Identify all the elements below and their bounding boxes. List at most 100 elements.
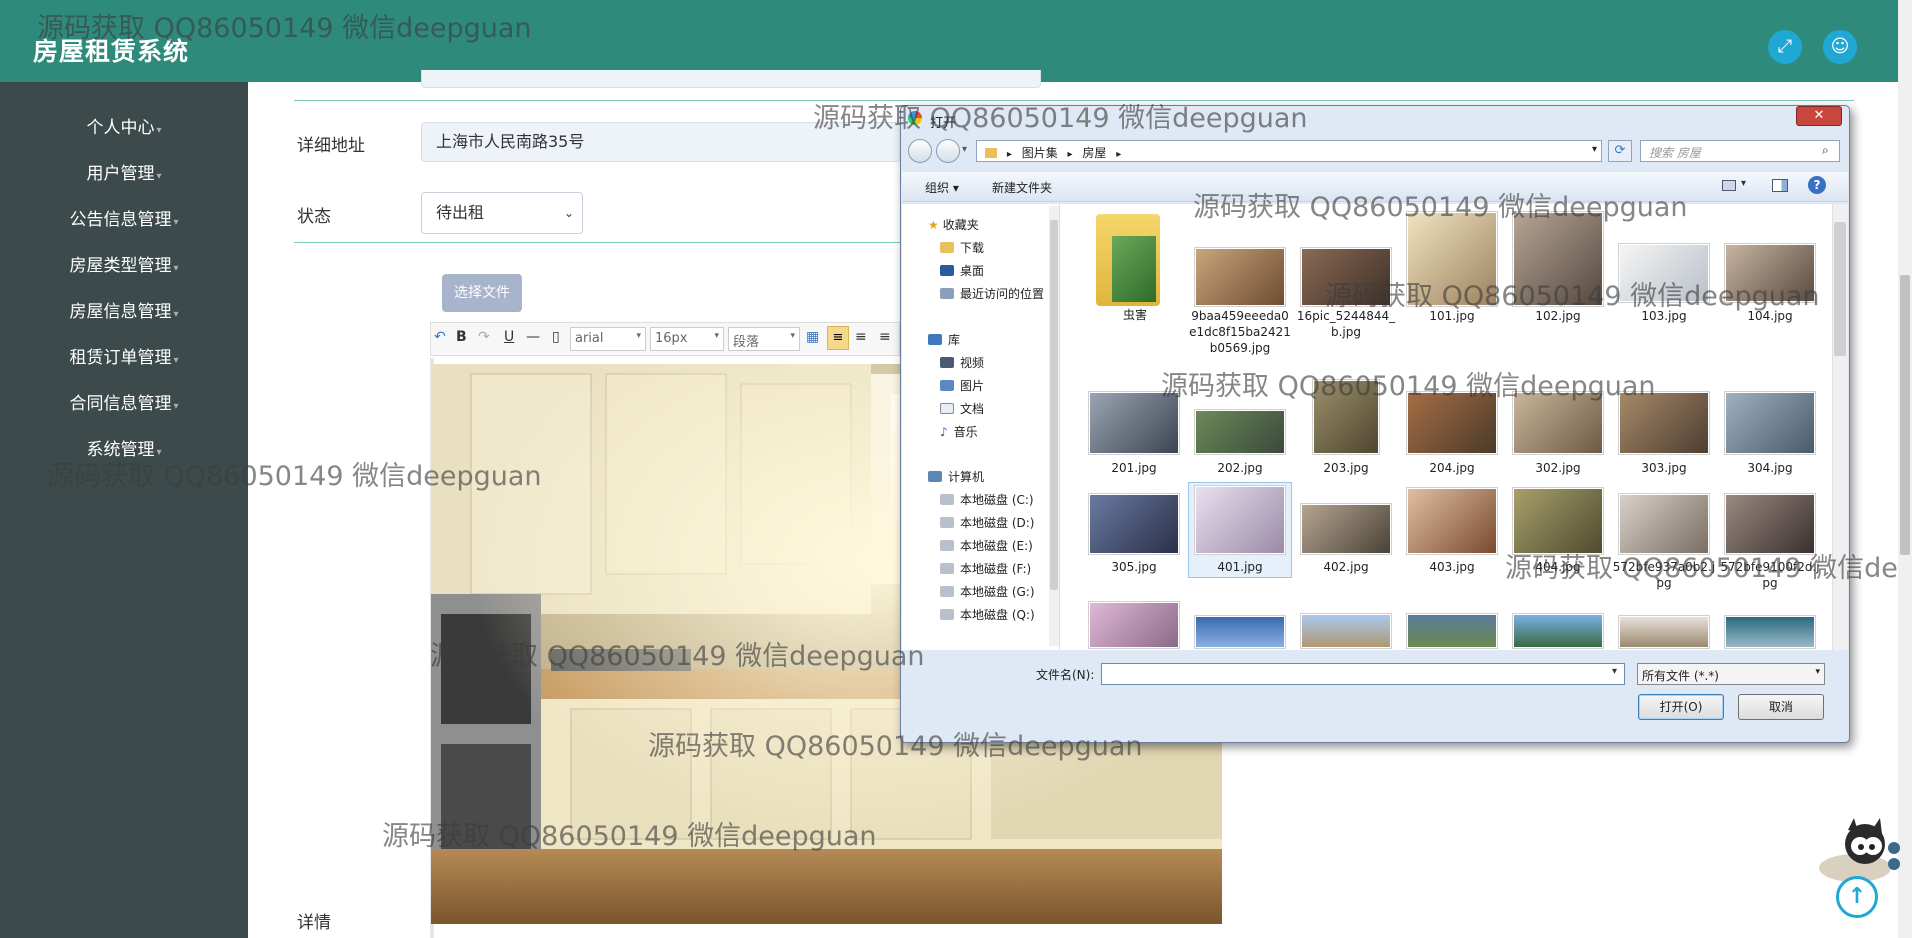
nav-scrollbar-thumb[interactable]: [1050, 220, 1058, 590]
nav-computer[interactable]: 计算机: [928, 468, 984, 485]
filename-label: 文件名(N):: [1036, 668, 1095, 682]
file-thumbnail[interactable]: [1513, 614, 1603, 648]
sidebar-item-users[interactable]: 用户管理 ▾: [0, 159, 248, 184]
status-select[interactable]: 待出租 ⌄: [421, 192, 583, 234]
forward-icon[interactable]: [936, 139, 960, 163]
cat-mascot-icon[interactable]: [1810, 818, 1900, 884]
chevron-down-icon[interactable]: ▾: [1612, 666, 1617, 677]
help-icon[interactable]: ?: [1808, 176, 1826, 194]
file-thumbnail[interactable]: [1301, 504, 1391, 554]
file-thumbnail[interactable]: [1195, 248, 1285, 306]
file-thumbnail[interactable]: [1195, 410, 1285, 454]
nav-drive[interactable]: 本地磁盘 (C:): [940, 491, 1034, 508]
file-name[interactable]: 9baa459eeeda0e1dc8f15ba2421b0569.jpg: [1188, 308, 1292, 356]
new-folder-button[interactable]: 新建文件夹: [992, 179, 1052, 196]
nav-desktop[interactable]: 桌面: [940, 262, 984, 279]
file-thumbnail[interactable]: [1407, 488, 1497, 554]
back-to-top-icon[interactable]: ↑: [1836, 876, 1878, 918]
font-family-select[interactable]: arial ▾: [570, 327, 646, 351]
file-thumbnail[interactable]: [1089, 494, 1179, 554]
sidebar-item-house-info[interactable]: 房屋信息管理 ▾: [0, 297, 248, 322]
chevron-down-icon: ▾: [173, 309, 179, 320]
file-thumbnail[interactable]: [1725, 494, 1815, 554]
nav-favorites[interactable]: ★ 收藏夹: [928, 216, 979, 233]
file-thumbnail[interactable]: [1619, 494, 1709, 554]
nav-label: 文档: [960, 402, 985, 416]
address-bar[interactable]: ▸ 图片集 ▸ 房屋 ▸ ▾: [976, 140, 1602, 162]
breadcrumb-item[interactable]: 图片集: [1022, 146, 1058, 160]
file-name[interactable]: 305.jpg: [1082, 559, 1186, 575]
nav-drive[interactable]: 本地磁盘 (F:): [940, 560, 1031, 577]
file-name[interactable]: 虫害: [1083, 307, 1187, 323]
bold-button[interactable]: B: [456, 329, 467, 345]
file-name[interactable]: 302.jpg: [1506, 460, 1610, 476]
preview-pane-icon[interactable]: [1772, 179, 1788, 192]
nav-drive[interactable]: 本地磁盘 (Q:): [940, 606, 1035, 623]
close-button[interactable]: ✕: [1796, 106, 1842, 126]
chevron-down-icon[interactable]: ▾: [1741, 178, 1746, 189]
file-name[interactable]: 402.jpg: [1294, 559, 1398, 575]
nav-recent[interactable]: 最近访问的位置: [940, 285, 1044, 302]
sidebar-item-contracts[interactable]: 合同信息管理 ▾: [0, 389, 248, 414]
table-icon[interactable]: ▦: [806, 329, 819, 345]
align-left-icon[interactable]: ≡: [827, 326, 849, 350]
choose-file-button[interactable]: 选择文件: [442, 274, 522, 312]
align-right-icon[interactable]: ≡: [879, 329, 891, 345]
user-icon[interactable]: ☺: [1823, 30, 1857, 64]
nav-drive[interactable]: 本地磁盘 (G:): [940, 583, 1035, 600]
file-thumbnail[interactable]: [1407, 614, 1497, 648]
file-name[interactable]: 203.jpg: [1294, 460, 1398, 476]
redo-icon[interactable]: ↷: [478, 329, 490, 345]
nav-videos[interactable]: 视频: [940, 354, 984, 371]
file-thumbnail[interactable]: [1725, 392, 1815, 454]
file-name[interactable]: 403.jpg: [1400, 559, 1504, 575]
open-button[interactable]: 打开(O): [1638, 694, 1724, 720]
font-size-select[interactable]: 16px ▾: [650, 327, 724, 351]
nav-libraries[interactable]: 库: [928, 331, 960, 348]
align-center-icon[interactable]: ≡: [855, 329, 867, 345]
view-icon[interactable]: [1722, 180, 1736, 191]
back-icon[interactable]: [908, 139, 932, 163]
sidebar-item-orders[interactable]: 租赁订单管理 ▾: [0, 343, 248, 368]
nav-drive[interactable]: 本地磁盘 (E:): [940, 537, 1033, 554]
file-list-scrollbar-thumb[interactable]: [1834, 222, 1846, 356]
file-name[interactable]: 303.jpg: [1612, 460, 1716, 476]
file-thumbnail[interactable]: [1513, 488, 1603, 554]
sidebar-item-notices[interactable]: 公告信息管理 ▾: [0, 205, 248, 230]
breadcrumb-item[interactable]: 房屋: [1082, 146, 1106, 160]
file-thumbnail[interactable]: [1725, 616, 1815, 648]
chevron-down-icon[interactable]: ▾: [962, 144, 967, 155]
dialog-search-input[interactable]: 搜索 房屋: [1640, 140, 1840, 162]
file-name[interactable]: 304.jpg: [1718, 460, 1822, 476]
underline-button[interactable]: U: [504, 329, 514, 345]
nav-documents[interactable]: 文档: [940, 400, 984, 417]
filename-input[interactable]: [1101, 663, 1625, 685]
cancel-button[interactable]: 取消: [1738, 694, 1824, 720]
nav-drive[interactable]: 本地磁盘 (D:): [940, 514, 1034, 531]
file-thumbnail[interactable]: [1301, 614, 1391, 648]
file-thumbnail[interactable]: [1089, 602, 1179, 648]
hr-icon[interactable]: —: [526, 329, 540, 345]
file-thumbnail[interactable]: [1619, 616, 1709, 648]
file-name[interactable]: 201.jpg: [1082, 460, 1186, 476]
sidebar-item-house-types[interactable]: 房屋类型管理 ▾: [0, 251, 248, 276]
page-icon[interactable]: ▯: [552, 329, 560, 345]
undo-icon[interactable]: ↶: [434, 329, 446, 345]
nav-music[interactable]: ♪ 音乐: [940, 423, 978, 440]
organize-button[interactable]: 组织 ▾: [925, 179, 959, 196]
file-name[interactable]: 202.jpg: [1188, 460, 1292, 476]
chevron-down-icon: ⌄: [563, 206, 574, 220]
filetype-select[interactable]: 所有文件 (*.*) ▾: [1637, 663, 1825, 685]
previous-field[interactable]: [421, 70, 1041, 88]
file-thumbnail[interactable]: [1195, 616, 1285, 648]
file-name[interactable]: 401.jpg: [1188, 559, 1292, 575]
file-thumbnail[interactable]: [1195, 486, 1285, 554]
fullscreen-icon[interactable]: ⤢: [1768, 30, 1802, 64]
page-scrollbar-thumb[interactable]: [1900, 275, 1910, 555]
nav-downloads[interactable]: 下载: [940, 239, 984, 256]
paragraph-select[interactable]: 段落 ▾: [728, 327, 800, 351]
sidebar-item-personal-center[interactable]: 个人中心 ▾: [0, 113, 248, 138]
file-name[interactable]: 204.jpg: [1400, 460, 1504, 476]
refresh-icon[interactable]: ⟳: [1608, 140, 1632, 162]
nav-pictures[interactable]: 图片: [940, 377, 984, 394]
